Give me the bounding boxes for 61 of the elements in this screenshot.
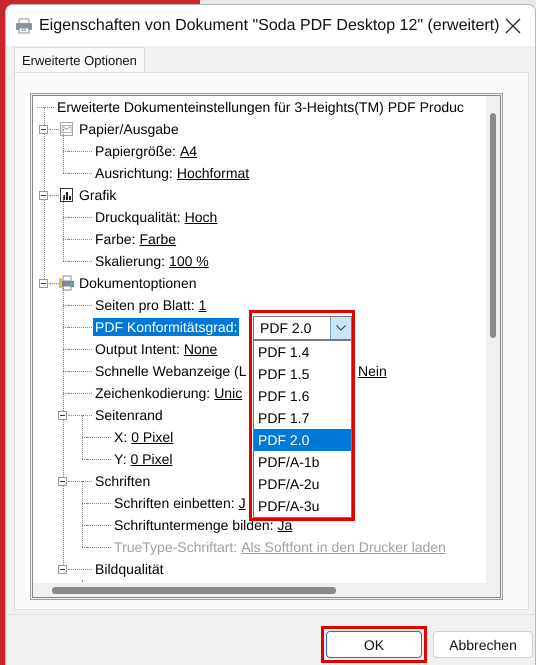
scrollbar-thumb[interactable] (490, 113, 496, 338)
setting-label[interactable]: Y: (112, 450, 128, 468)
group-label[interactable]: Bildqualität (93, 560, 166, 578)
tree-root-label[interactable]: Erweiterte Dokumenteinstellungen für 3-Heights(TM) PDF Produc (55, 98, 466, 116)
setting-label[interactable]: Druckqualität: (93, 208, 183, 226)
dropdown-option[interactable]: PDF/A-3u (254, 495, 351, 517)
tab[interactable]: Erweiterte Optionen (14, 47, 145, 72)
printer-icon (59, 275, 75, 291)
setting-label[interactable]: Schnelle Webanzeige (L (93, 362, 249, 380)
paper-icon (59, 121, 75, 137)
group-label[interactable]: Papier/Ausgabe (77, 120, 181, 138)
setting-label[interactable]: PDF Konformitätsgrad: (93, 318, 240, 336)
dropdown-option[interactable]: PDF 1.5 (254, 363, 351, 385)
setting-value[interactable]: Hochformat (176, 164, 250, 182)
group-label[interactable]: Seitenrand (93, 406, 165, 424)
setting-label[interactable]: Ausrichtung: (93, 164, 175, 182)
setting-value[interactable]: 1 (198, 296, 206, 314)
setting-label[interactable]: Farbe: (93, 230, 138, 248)
dropdown-option[interactable]: PDF 1.4 (254, 341, 351, 363)
collapse-toggle[interactable] (58, 476, 67, 486)
setting-value[interactable]: 0 Pixel (130, 450, 172, 468)
setting-value[interactable]: J (238, 494, 246, 512)
setting-label[interactable]: Schriftuntermenge bilden: (112, 516, 276, 534)
dialog-button[interactable]: OK (326, 631, 422, 658)
setting-label[interactable]: Schriften einbetten: (112, 494, 237, 512)
dropdown-option[interactable]: PDF 2.0 (254, 429, 351, 451)
combo-value: PDF 2.0 (259, 320, 312, 336)
setting-label[interactable]: Papiergröße: (93, 142, 178, 160)
setting-value[interactable]: 0 Pixel (131, 428, 174, 446)
collapse-toggle[interactable] (58, 410, 67, 420)
dropdown-option[interactable]: PDF 1.6 (254, 385, 351, 407)
dropdown-option[interactable]: PDF/A-2u (254, 473, 351, 495)
printer-icon (15, 18, 33, 34)
setting-label[interactable]: Output Intent: (93, 340, 182, 358)
setting-value[interactable]: 100 % (169, 252, 209, 270)
chevron-down-icon (336, 325, 346, 331)
setting-value[interactable]: Unic (214, 384, 242, 402)
scrollbar-thumb[interactable] (52, 587, 336, 594)
setting-value[interactable]: Hoch (184, 208, 218, 226)
setting-value[interactable]: None (184, 340, 218, 358)
close-icon[interactable] (504, 16, 522, 34)
group-label[interactable]: Schriften (93, 472, 152, 490)
setting-value[interactable]: A4 (180, 142, 198, 160)
collapse-toggle[interactable] (39, 124, 48, 134)
setting-value[interactable]: Nein (358, 362, 387, 380)
dropdown-option[interactable]: PDF/A-1b (254, 451, 351, 473)
setting-label[interactable]: Seiten pro Blatt: (93, 296, 197, 314)
collapse-toggle[interactable] (39, 278, 48, 288)
setting-label[interactable]: Zeichenkodierung: (93, 384, 212, 402)
setting-value[interactable]: Farbe (139, 230, 176, 248)
group-label[interactable]: Dokumentoptionen (77, 274, 199, 292)
dropdown[interactable]: PDF 2.0 (253, 316, 352, 340)
collapse-toggle[interactable] (58, 564, 67, 574)
setting-label[interactable]: X: (112, 428, 130, 446)
collapse-toggle[interactable] (39, 190, 48, 200)
dropdown-option[interactable]: PDF 1.7 (254, 407, 351, 429)
group-label[interactable]: Grafik (77, 186, 118, 204)
setting-label[interactable]: Skalierung: (93, 252, 168, 270)
dialog-button[interactable]: Abbrechen (433, 631, 533, 658)
window-title: Eigenschaften von Dokument "Soda PDF Desktop 12" (erweitert) (39, 16, 500, 34)
chart-icon (59, 187, 75, 203)
